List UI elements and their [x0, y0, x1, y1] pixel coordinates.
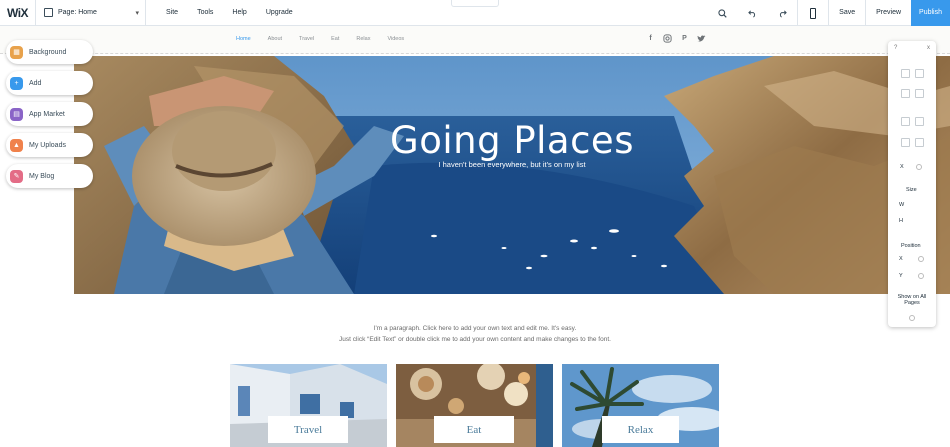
card-relax[interactable]: Relax — [562, 364, 719, 447]
zoom-icon[interactable] — [707, 0, 737, 26]
my-uploads-label: My Uploads — [29, 141, 66, 149]
hero-subtitle[interactable]: I haven't been everywhere, but it's on m… — [74, 160, 950, 169]
menu-site[interactable]: Site — [166, 9, 178, 16]
position-y-label: Y — [899, 273, 903, 279]
position-x-input[interactable] — [918, 256, 924, 262]
menu-upgrade[interactable]: Upgrade — [266, 9, 293, 16]
show-on-all-pages-label[interactable]: Show on All Pages — [893, 294, 931, 306]
top-bar-handle[interactable] — [451, 0, 499, 7]
arrange-backward-icon[interactable] — [915, 117, 924, 126]
chevron-down-icon: ▾ — [135, 9, 139, 17]
hero-image — [74, 56, 950, 294]
menu-tools[interactable]: Tools — [197, 9, 213, 16]
x-coord-label: X — [900, 164, 904, 170]
blog-icon: ✎ — [10, 169, 23, 183]
page-icon — [44, 8, 53, 17]
card-relax-label: Relax — [602, 416, 679, 443]
background-label: Background — [29, 48, 67, 56]
wix-logo[interactable]: WiX — [0, 0, 36, 26]
align-left-icon[interactable] — [901, 138, 910, 147]
show-on-all-pages-toggle[interactable] — [909, 315, 915, 321]
wix-editor: WiX Page: Home ▾ Site Tools Help Upgrade… — [0, 0, 950, 447]
width-label: W — [899, 202, 905, 208]
app-market-icon: ▤ — [10, 107, 23, 121]
social-bar: f P — [646, 34, 706, 43]
arrange-forward-icon[interactable] — [901, 117, 910, 126]
copy-icon[interactable] — [901, 69, 910, 78]
twitter-icon[interactable] — [697, 34, 706, 43]
page-selector[interactable]: Page: Home ▾ — [36, 0, 146, 26]
hero-title[interactable]: Going Places — [74, 119, 950, 162]
card-eat-label: Eat — [434, 416, 514, 443]
top-right-tools: Save Preview Publish — [707, 0, 950, 26]
properties-panel: ? x X Size W H Position X Y Show on All … — [888, 41, 936, 327]
nav-eat[interactable]: Eat — [331, 36, 339, 42]
card-travel-label: Travel — [268, 416, 348, 443]
position-label: Position — [901, 243, 921, 249]
app-market-label: App Market — [29, 110, 65, 118]
undo-icon[interactable] — [737, 0, 767, 26]
background-button[interactable]: ▦ Background — [6, 40, 93, 64]
close-icon[interactable]: x — [927, 45, 930, 51]
nav-travel[interactable]: Travel — [299, 36, 314, 42]
nav-relax[interactable]: Relax — [356, 36, 370, 42]
height-label: H — [899, 218, 903, 224]
hero-strip[interactable]: Going Places I haven't been everywhere, … — [74, 56, 950, 294]
card-travel[interactable]: Travel — [230, 364, 387, 447]
facebook-icon[interactable]: f — [646, 34, 655, 43]
add-icon: + — [10, 76, 23, 90]
paste-icon[interactable] — [915, 69, 924, 78]
properties-panel-header: ? x — [888, 41, 936, 55]
size-label: Size — [906, 187, 917, 193]
paragraph-text[interactable]: I'm a paragraph. Click here to add your … — [0, 323, 950, 345]
mobile-view-icon[interactable] — [798, 0, 828, 26]
page-selector-label: Page: Home — [58, 9, 97, 16]
paragraph-line-1: I'm a paragraph. Click here to add your … — [373, 325, 577, 332]
save-button[interactable]: Save — [828, 0, 865, 26]
editor-menu: Site Tools Help Upgrade — [166, 9, 312, 16]
nav-home[interactable]: Home — [236, 36, 251, 42]
card-eat[interactable]: Eat — [396, 364, 553, 447]
redo-icon[interactable] — [767, 0, 797, 26]
site-navigation: Home About Travel Eat Relax Videos — [236, 36, 421, 42]
lock-icon[interactable] — [916, 164, 922, 170]
preview-button[interactable]: Preview — [865, 0, 911, 26]
my-blog-button[interactable]: ✎ My Blog — [6, 164, 93, 188]
app-market-button[interactable]: ▤ App Market — [6, 102, 93, 126]
instagram-icon[interactable] — [663, 34, 672, 43]
position-y-input[interactable] — [918, 273, 924, 279]
add-label: Add — [29, 79, 42, 87]
publish-button[interactable]: Publish — [911, 0, 950, 26]
my-blog-label: My Blog — [29, 172, 55, 180]
position-x-label: X — [899, 256, 903, 262]
upload-icon: ▲ — [10, 138, 23, 152]
site-header: Home About Travel Eat Relax Videos f P — [0, 26, 950, 54]
my-uploads-button[interactable]: ▲ My Uploads — [6, 133, 93, 157]
left-tool-panel: ▦ Background + Add ▤ App Market ▲ My Upl… — [6, 40, 94, 195]
align-center-icon[interactable] — [915, 138, 924, 147]
add-button[interactable]: + Add — [6, 71, 93, 95]
nav-videos[interactable]: Videos — [387, 36, 404, 42]
nav-about[interactable]: About — [268, 36, 282, 42]
delete-icon[interactable] — [915, 89, 924, 98]
paragraph-line-2: Just click “Edit Text” or double click m… — [339, 336, 611, 343]
background-icon: ▦ — [10, 45, 23, 59]
duplicate-icon[interactable] — [901, 89, 910, 98]
help-icon[interactable]: ? — [894, 45, 897, 51]
pinterest-icon[interactable]: P — [680, 34, 689, 43]
menu-help[interactable]: Help — [232, 9, 246, 16]
